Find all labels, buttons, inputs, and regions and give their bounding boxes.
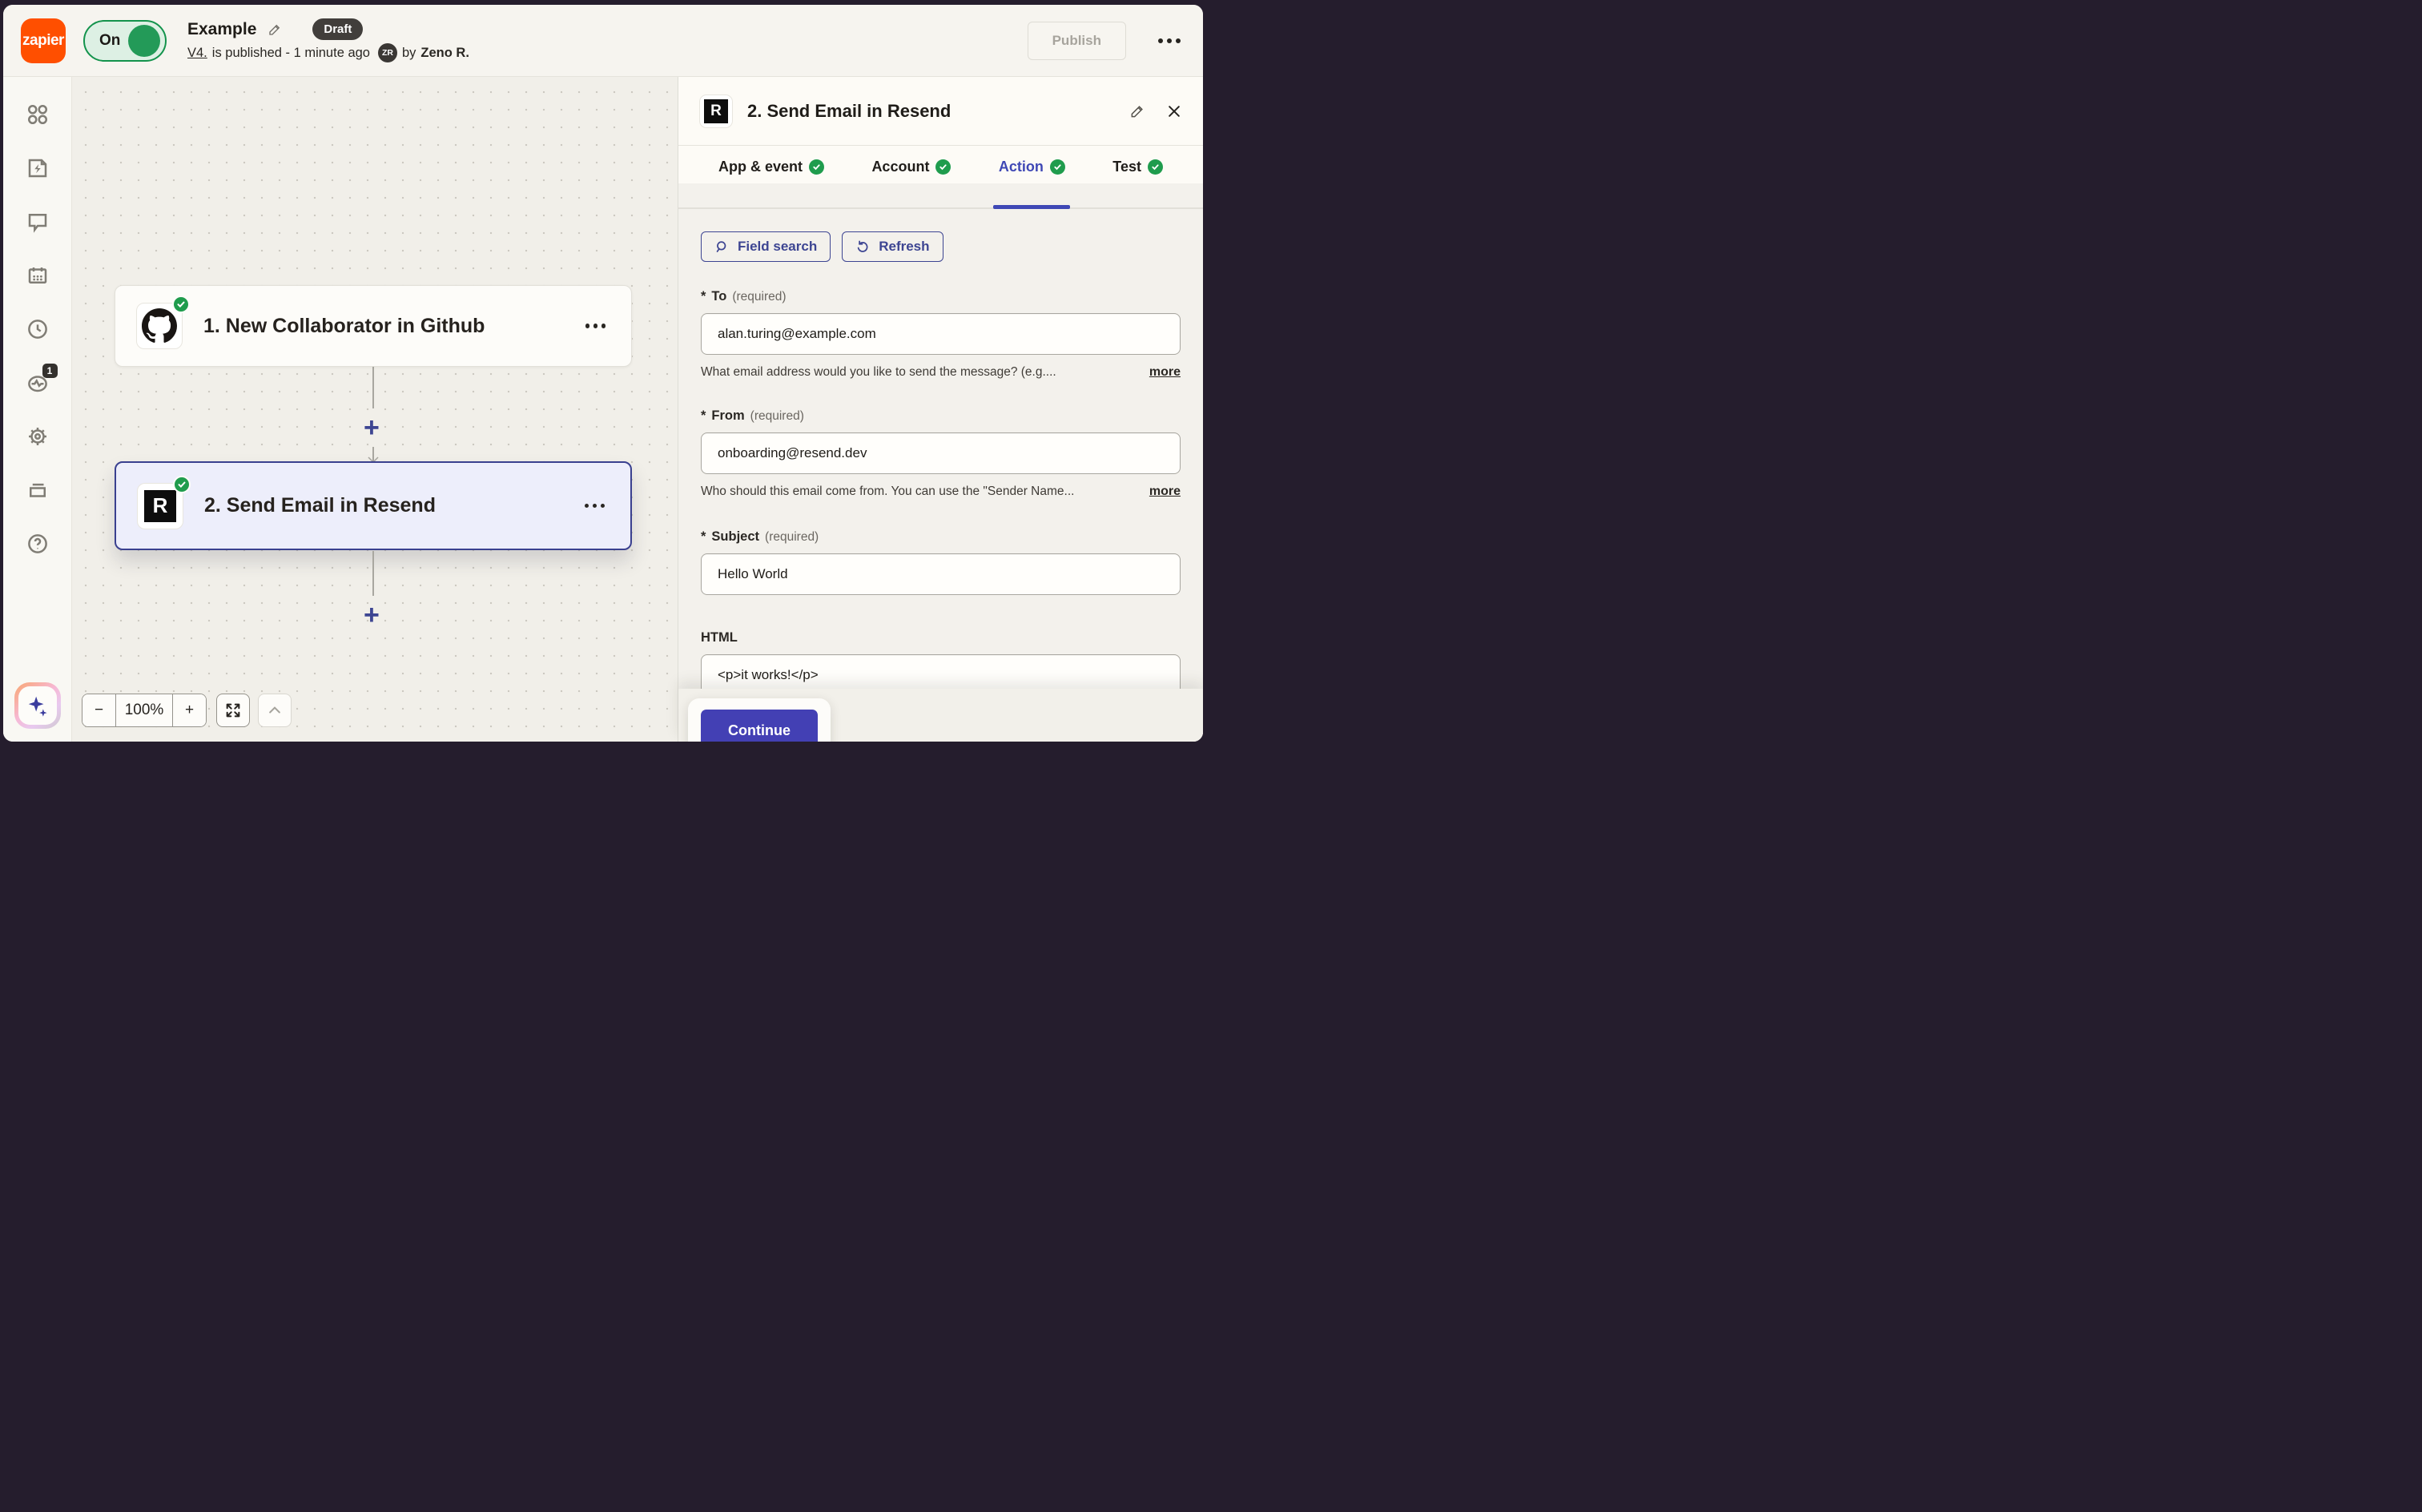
- sparkle-icon: [28, 696, 47, 717]
- resend-app-tile: R: [137, 475, 191, 529]
- panel-title: 2. Send Email in Resend: [747, 100, 952, 121]
- author-name: Zeno R.: [420, 45, 469, 60]
- collapse-toolbar-button[interactable]: [258, 694, 292, 727]
- zap-title-block: Example Draft V4. is published - 1 minut…: [187, 18, 469, 62]
- from-field-more-link[interactable]: more: [1149, 485, 1181, 499]
- tab-complete-check-icon: [1049, 159, 1065, 175]
- activity-count-badge: 1: [42, 364, 58, 378]
- top-bar: zapier On Example Draft V4. is published…: [3, 5, 1203, 77]
- zapier-logo[interactable]: zapier: [21, 18, 66, 63]
- version-link[interactable]: V4.: [187, 46, 207, 61]
- close-panel-icon[interactable]: [1166, 103, 1182, 119]
- tab-complete-check-icon: [1147, 159, 1163, 175]
- step-title: 1. New Collaborator in Github: [203, 314, 485, 337]
- step-title: 2. Send Email in Resend: [204, 494, 436, 517]
- sidebar-item-settings[interactable]: [26, 424, 50, 448]
- panel-header: R 2. Send Email in Resend: [678, 77, 1203, 146]
- sidebar-item-activity[interactable]: 1: [26, 364, 58, 395]
- zap-document-icon: [28, 159, 46, 178]
- app-window: zapier On Example Draft V4. is published…: [3, 5, 1203, 742]
- github-icon: [142, 308, 177, 343]
- apps-grid-icon: [27, 105, 47, 124]
- resend-icon: R: [704, 99, 728, 123]
- zoom-in-button[interactable]: +: [172, 694, 206, 726]
- history-clock-icon: [27, 320, 47, 339]
- sidebar-item-manage-zaps[interactable]: [26, 478, 50, 502]
- from-field-help: Who should this email come from. You can…: [701, 485, 1075, 498]
- field-search-button[interactable]: Field search: [701, 231, 831, 262]
- workflow-canvas[interactable]: + 1. New Collaborator in Github R 2. Sen…: [72, 77, 678, 742]
- to-field-more-link[interactable]: more: [1149, 365, 1181, 380]
- step-card-1[interactable]: 1. New Collaborator in Github: [115, 285, 632, 367]
- connector-line: [372, 367, 374, 408]
- calendar-icon: [28, 267, 46, 284]
- subject-field-label: * Subject (required): [701, 529, 819, 544]
- github-app-tile: [136, 296, 190, 349]
- expand-arrows-icon: [226, 703, 240, 718]
- resend-icon: R: [144, 489, 176, 522]
- subject-field-input[interactable]: [701, 553, 1181, 595]
- sidebar-item-schedule[interactable]: [26, 263, 50, 288]
- zoom-out-button[interactable]: −: [82, 694, 116, 726]
- chat-bubble-icon: [28, 214, 46, 233]
- to-field-label: * To (required): [701, 289, 787, 304]
- step-card-2[interactable]: R 2. Send Email in Resend: [115, 461, 632, 550]
- tab-complete-check-icon: [935, 159, 952, 175]
- step-complete-check-icon: [173, 475, 191, 493]
- search-icon: [716, 240, 726, 252]
- panel-footer: Continue: [678, 689, 1203, 742]
- html-field-label: HTML: [701, 630, 738, 645]
- panel-tabs: App & event Account Action Test: [678, 146, 1203, 209]
- continue-button[interactable]: Continue: [701, 710, 818, 742]
- tab-complete-check-icon: [809, 159, 825, 175]
- published-text: is published - 1 minute ago: [211, 45, 370, 60]
- sidebar-item-notes[interactable]: [26, 210, 50, 234]
- zap-on-toggle[interactable]: On: [83, 19, 167, 62]
- publish-button[interactable]: Publish: [1027, 21, 1126, 60]
- help-circle-icon: [27, 534, 47, 553]
- step-options-icon[interactable]: [580, 499, 610, 513]
- sidebar-item-apps[interactable]: [26, 103, 50, 127]
- tab-test[interactable]: Test: [1112, 159, 1163, 175]
- step-options-icon[interactable]: [581, 319, 611, 333]
- tab-app-event[interactable]: App & event: [718, 159, 825, 175]
- chevron-up-icon: [269, 706, 280, 714]
- refresh-button[interactable]: Refresh: [842, 231, 943, 262]
- overflow-menu-icon[interactable]: [1153, 34, 1185, 48]
- sidebar-item-help[interactable]: [26, 532, 50, 556]
- from-field-label: * From (required): [701, 408, 804, 423]
- to-field-help: What email address would you like to sen…: [701, 365, 1056, 379]
- sidebar-item-history[interactable]: [26, 317, 50, 341]
- add-step-end-button[interactable]: +: [364, 601, 380, 629]
- from-field-input[interactable]: [701, 432, 1181, 474]
- canvas-zoom-toolbar: − 100% +: [82, 694, 292, 727]
- add-step-between-button[interactable]: +: [364, 414, 380, 441]
- zap-title: Example: [187, 19, 257, 38]
- rename-step-pencil-icon[interactable]: [1129, 103, 1145, 119]
- refresh-icon: [857, 240, 868, 252]
- connector-line: [372, 551, 374, 596]
- tab-action[interactable]: Action: [999, 159, 1065, 175]
- ai-assistant-button[interactable]: [14, 682, 61, 729]
- resend-app-tile: R: [699, 94, 733, 128]
- gear-icon: [28, 428, 46, 445]
- tray-stack-icon: [29, 483, 46, 497]
- action-form: Field search Refresh * To (required) ala…: [678, 209, 1203, 742]
- fit-to-view-button[interactable]: [216, 694, 250, 727]
- toggle-knob: [128, 24, 160, 57]
- version-row: V4. is published - 1 minute ago ZR by Ze…: [187, 43, 469, 62]
- toggle-label: On: [99, 31, 121, 49]
- edit-title-pencil-icon[interactable]: [268, 22, 282, 37]
- by-label: by: [401, 45, 416, 60]
- step-settings-panel: R 2. Send Email in Resend App & event Ac…: [678, 77, 1203, 742]
- step-complete-check-icon: [172, 296, 190, 313]
- to-field-input[interactable]: [701, 313, 1181, 355]
- left-sidebar: 1: [3, 77, 72, 742]
- draft-status-badge: Draft: [312, 18, 364, 40]
- sidebar-item-zap-history[interactable]: [26, 156, 50, 180]
- avatar: ZR: [377, 43, 397, 62]
- continue-card: Continue: [688, 698, 831, 742]
- tab-account[interactable]: Account: [871, 159, 952, 175]
- zoom-level: 100%: [116, 694, 172, 726]
